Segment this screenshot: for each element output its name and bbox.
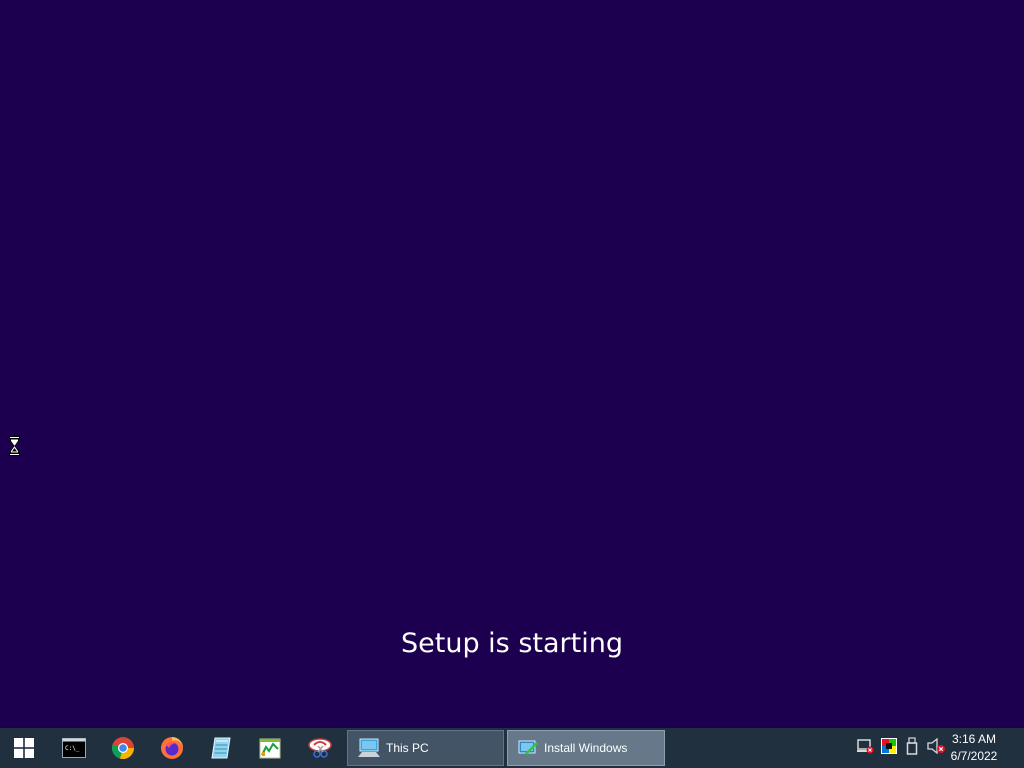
tray-network[interactable] [856,728,874,768]
start-button[interactable] [0,728,48,768]
this-pc-icon [358,738,380,758]
tray-usb[interactable] [906,728,918,768]
firefox-icon [160,736,184,760]
chrome-icon [111,736,135,760]
taskbar-pin-resource-monitor[interactable] [246,728,294,768]
task-label: Install Windows [544,741,628,755]
clock-date: 6/7/2022 [950,749,998,763]
network-disconnected-icon [856,738,874,758]
taskbar-clock[interactable]: 3:16 AM 6/7/2022 [944,731,1004,765]
command-prompt-icon: C:\_ [62,738,86,758]
task-label: This PC [386,741,429,755]
snipping-tool-icon [308,737,332,759]
clock-time: 3:16 AM [951,732,997,746]
taskbar-task-install-windows[interactable]: Install Windows [507,730,665,766]
setup-status-text: Setup is starting [401,628,623,659]
taskbar-pin-chrome[interactable] [99,728,147,768]
svg-text:C:\_: C:\_ [65,745,80,752]
taskbar-pin-command-prompt[interactable]: C:\_ [50,728,98,768]
notepad-icon [210,737,232,759]
hourglass-cursor-icon [9,436,20,456]
taskbar-pin-firefox[interactable] [148,728,196,768]
taskbar-task-this-pc[interactable]: This PC [347,730,504,766]
taskbar-pin-notepad[interactable] [197,728,245,768]
tray-display[interactable] [881,728,897,768]
taskbar-pin-snipping-tool[interactable] [296,728,344,768]
taskbar: C:\_ This PC Install Windows 3:16 AM 6/7… [0,728,1024,768]
desktop-background: Setup is starting [0,0,1024,728]
usb-drive-icon [906,737,918,759]
windows-logo-icon [14,738,34,758]
resource-monitor-icon [259,737,281,759]
display-color-icon [881,738,897,758]
install-windows-icon [518,739,538,757]
